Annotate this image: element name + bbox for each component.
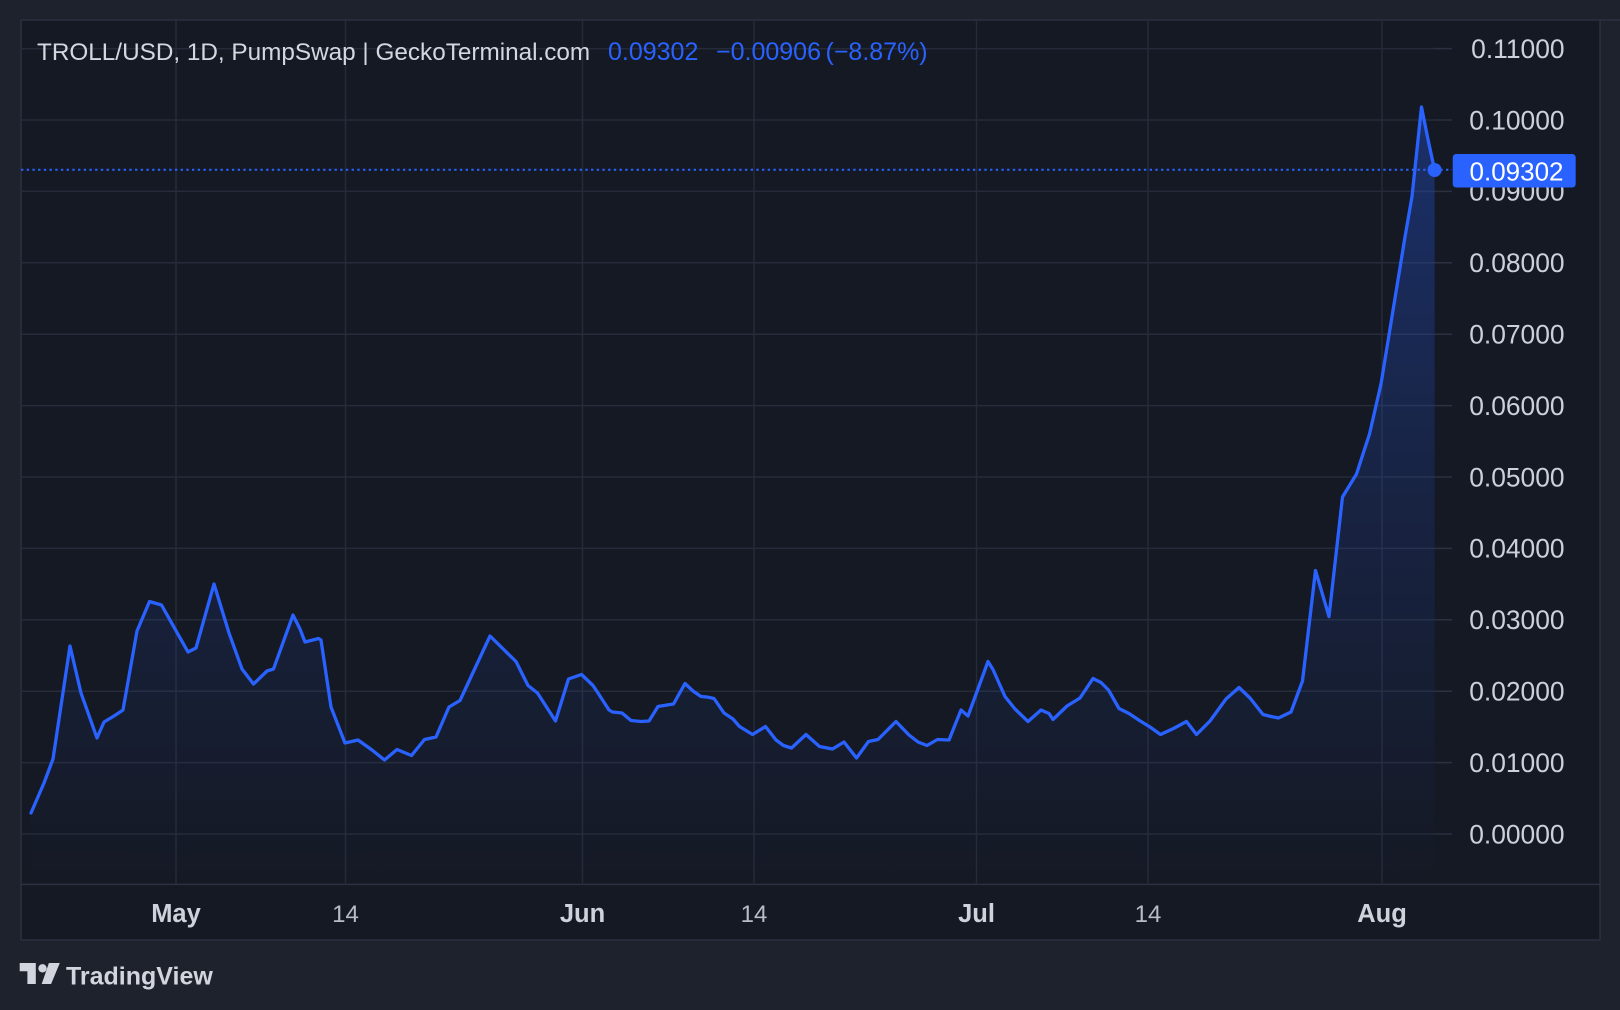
svg-text:0.01000: 0.01000 xyxy=(1469,748,1564,778)
svg-text:Jun: Jun xyxy=(560,900,605,928)
svg-text:0.09302: 0.09302 xyxy=(1470,157,1564,187)
svg-text:14: 14 xyxy=(741,901,768,928)
svg-text:0.10000: 0.10000 xyxy=(1469,105,1564,135)
svg-text:0.05000: 0.05000 xyxy=(1469,462,1564,492)
svg-text:0.09302: 0.09302 xyxy=(608,38,698,66)
svg-text:−0.00906: −0.00906 xyxy=(716,38,821,66)
svg-text:0.04000: 0.04000 xyxy=(1469,534,1564,564)
svg-text:0.00000: 0.00000 xyxy=(1469,819,1564,849)
svg-text:TradingView: TradingView xyxy=(66,962,213,990)
svg-text:Jul: Jul xyxy=(958,900,995,928)
svg-text:May: May xyxy=(151,900,201,928)
svg-text:(−8.87%): (−8.87%) xyxy=(826,38,928,66)
svg-text:TROLL/USD, 1D, PumpSwap | Geck: TROLL/USD, 1D, PumpSwap | GeckoTerminal.… xyxy=(37,39,590,66)
svg-text:0.11000: 0.11000 xyxy=(1471,34,1564,64)
svg-text:0.03000: 0.03000 xyxy=(1469,605,1564,635)
svg-text:0.08000: 0.08000 xyxy=(1469,248,1564,278)
svg-text:Aug: Aug xyxy=(1357,900,1407,928)
svg-text:0.06000: 0.06000 xyxy=(1469,391,1564,421)
svg-text:14: 14 xyxy=(1135,901,1162,928)
svg-text:0.02000: 0.02000 xyxy=(1469,677,1564,707)
svg-text:14: 14 xyxy=(332,901,359,928)
svg-text:0.07000: 0.07000 xyxy=(1469,320,1564,350)
